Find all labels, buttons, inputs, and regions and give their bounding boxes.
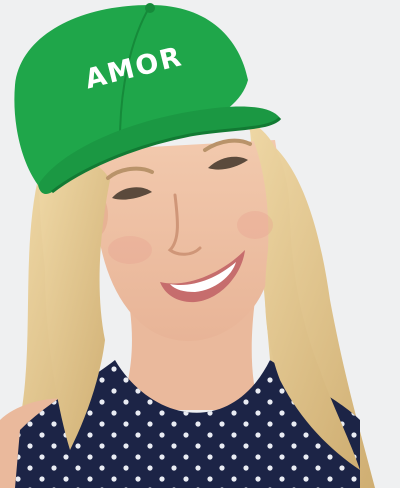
cheek-right [237, 211, 273, 239]
cap-button [145, 3, 155, 13]
cheek-left [108, 236, 152, 264]
photo-canvas: AMOR [0, 0, 400, 488]
product-photo: AMOR [0, 0, 400, 488]
